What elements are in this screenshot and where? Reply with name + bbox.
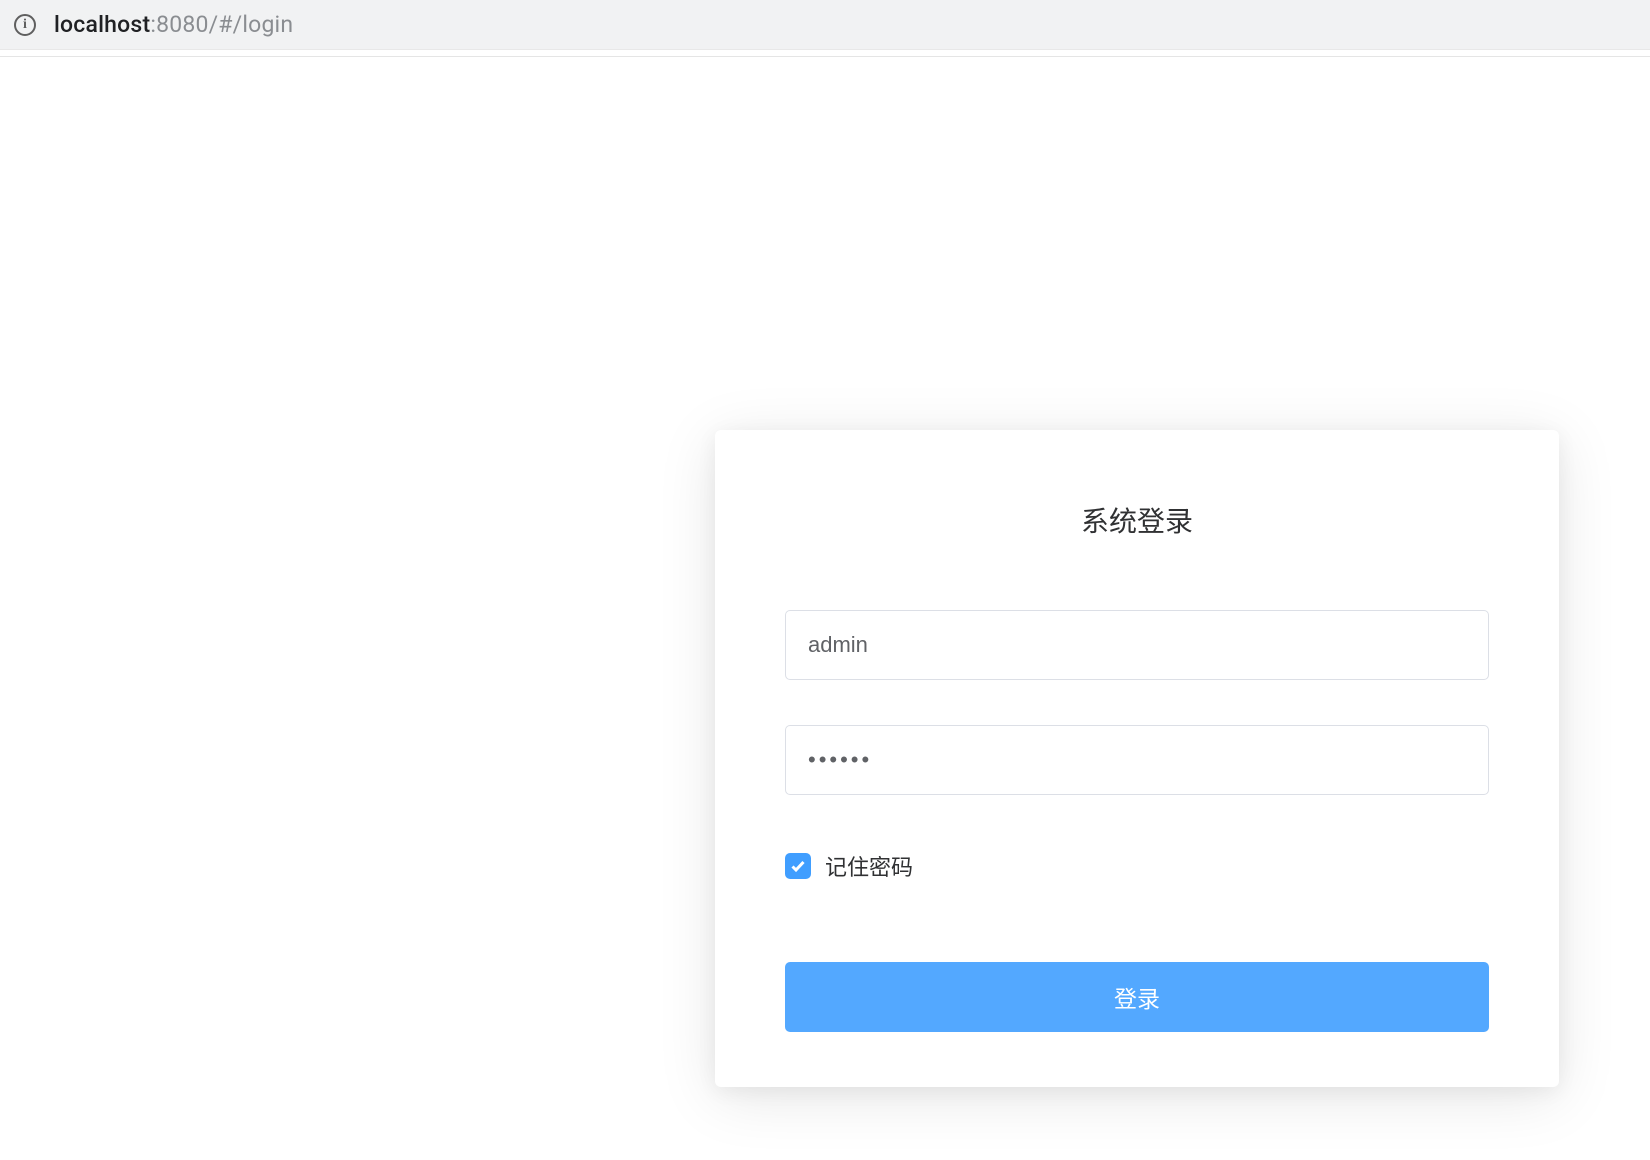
url-port-path: :8080/#/login	[150, 11, 293, 38]
remember-label: 记住密码	[825, 850, 913, 882]
url-display[interactable]: localhost:8080/#/login	[54, 11, 293, 38]
login-card: 系统登录 记住密码 登录	[715, 430, 1559, 1087]
login-title: 系统登录	[785, 500, 1489, 540]
login-button[interactable]: 登录	[785, 962, 1489, 1032]
password-input[interactable]	[785, 725, 1489, 795]
address-bar: i localhost:8080/#/login	[0, 0, 1650, 50]
info-icon: i	[14, 14, 36, 36]
username-input[interactable]	[785, 610, 1489, 680]
remember-checkbox[interactable]	[785, 853, 811, 879]
url-host: localhost	[54, 11, 150, 38]
remember-row: 记住密码	[785, 850, 1489, 882]
thin-border	[0, 56, 1650, 57]
check-icon	[790, 858, 806, 874]
